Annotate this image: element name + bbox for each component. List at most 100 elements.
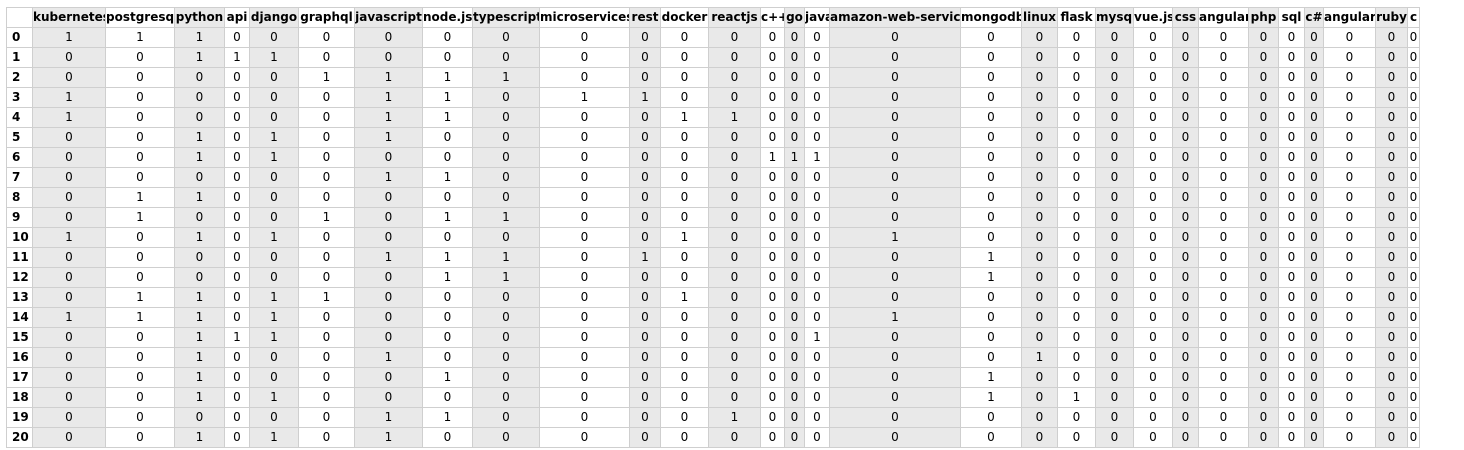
table-cell: 1	[1057, 387, 1096, 408]
table-cell: 0	[298, 27, 355, 48]
table-cell: 0	[472, 367, 540, 388]
table-cell: 0	[1133, 347, 1173, 368]
table-cell: 0	[1095, 27, 1134, 48]
table-cell: 0	[1057, 147, 1096, 168]
table-cell: 0	[1304, 427, 1324, 448]
table-cell: 0	[1407, 207, 1420, 228]
table-cell: 0	[1375, 227, 1408, 248]
table-cell: 0	[708, 287, 761, 308]
table-cell: 0	[1407, 107, 1420, 128]
table-cell: 0	[224, 187, 250, 208]
table-cell: 0	[105, 147, 175, 168]
table-cell: 0	[1323, 167, 1376, 188]
table-cell: 1	[249, 327, 299, 348]
table-cell: 0	[1323, 387, 1376, 408]
table-cell: 0	[472, 87, 540, 108]
table-cell: 0	[1278, 187, 1305, 208]
table-cell: 0	[1248, 387, 1279, 408]
table-cell: 0	[354, 287, 423, 308]
table-cell: 0	[1095, 227, 1134, 248]
column-header-17: mongodb	[960, 7, 1022, 28]
table-cell: 0	[804, 27, 830, 48]
table-cell: 0	[105, 87, 175, 108]
table-cell: 0	[1172, 67, 1199, 88]
column-header-19: flask	[1057, 7, 1096, 28]
table-cell: 0	[760, 47, 785, 68]
table-cell: 0	[1133, 387, 1173, 408]
table-cell: 0	[105, 107, 175, 128]
table-cell: 1	[105, 27, 175, 48]
row-index: 17	[6, 367, 33, 388]
table-cell: 0	[298, 187, 355, 208]
table-row: 5001010100000000000000000000000	[6, 127, 1420, 148]
table-row: 9010001011000000000000000000000	[6, 207, 1420, 228]
table-cell: 0	[539, 107, 630, 128]
table-cell: 0	[804, 287, 830, 308]
table-cell: 0	[829, 107, 961, 128]
table-cell: 0	[105, 47, 175, 68]
table-cell: 0	[1278, 407, 1305, 428]
table-cell: 0	[708, 367, 761, 388]
table-cell: 0	[1407, 27, 1420, 48]
table-cell: 0	[1057, 87, 1096, 108]
column-header-16: amazon-web-services	[829, 7, 961, 28]
table-cell: 0	[660, 187, 709, 208]
table-cell: 0	[629, 207, 661, 228]
table-cell: 0	[472, 387, 540, 408]
table-cell: 0	[1278, 207, 1305, 228]
table-cell: 0	[1172, 147, 1199, 168]
table-cell: 0	[32, 207, 106, 228]
table-cell: 0	[539, 427, 630, 448]
table-cell: 0	[1304, 87, 1324, 108]
table-cell: 0	[1375, 167, 1408, 188]
table-cell: 0	[760, 107, 785, 128]
table-cell: 0	[1021, 427, 1058, 448]
table-cell: 0	[1057, 187, 1096, 208]
table-cell: 0	[1133, 27, 1173, 48]
table-cell: 1	[804, 147, 830, 168]
table-cell: 0	[1172, 407, 1199, 428]
table-cell: 0	[708, 187, 761, 208]
table-cell: 1	[960, 267, 1022, 288]
table-cell: 1	[422, 67, 473, 88]
table-cell: 0	[298, 387, 355, 408]
table-cell: 0	[1278, 147, 1305, 168]
table-cell: 0	[660, 247, 709, 268]
table-cell: 0	[660, 307, 709, 328]
table-cell: 0	[804, 47, 830, 68]
table-cell: 0	[804, 407, 830, 428]
table-cell: 0	[105, 227, 175, 248]
table-cell: 0	[539, 67, 630, 88]
table-cell: 0	[249, 267, 299, 288]
table-cell: 0	[174, 207, 225, 228]
table-cell: 1	[174, 27, 225, 48]
table-cell: 0	[660, 367, 709, 388]
table-cell: 0	[1304, 387, 1324, 408]
table-cell: 0	[1375, 327, 1408, 348]
table-cell: 0	[1133, 367, 1173, 388]
table-cell: 0	[784, 267, 805, 288]
table-cell: 0	[804, 227, 830, 248]
table-cell: 0	[1198, 407, 1249, 428]
table-cell: 0	[1057, 47, 1096, 68]
table-cell: 0	[1323, 107, 1376, 128]
table-cell: 0	[1021, 407, 1058, 428]
table-cell: 0	[804, 267, 830, 288]
column-header-8: typescript	[472, 7, 540, 28]
table-cell: 0	[1021, 227, 1058, 248]
table-cell: 0	[539, 347, 630, 368]
table-cell: 1	[629, 87, 661, 108]
table-cell: 0	[1172, 267, 1199, 288]
table-cell: 0	[1407, 167, 1420, 188]
table-cell: 0	[224, 127, 250, 148]
table-cell: 0	[539, 207, 630, 228]
table-cell: 0	[472, 107, 540, 128]
table-cell: 0	[224, 87, 250, 108]
table-cell: 0	[1407, 367, 1420, 388]
table-cell: 0	[1248, 87, 1279, 108]
column-header-5: graphql	[298, 7, 355, 28]
table-cell: 0	[1304, 267, 1324, 288]
column-header-1: postgresql	[105, 7, 175, 28]
table-cell: 0	[298, 427, 355, 448]
table-cell: 0	[1133, 207, 1173, 228]
